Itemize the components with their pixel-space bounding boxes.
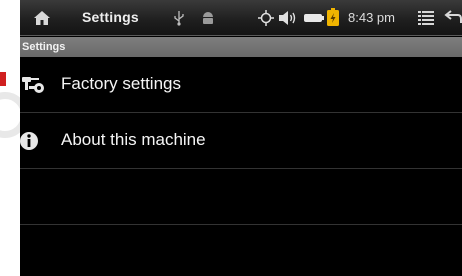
status-bar: Settings 8:43 pm [20, 0, 462, 36]
info-icon [20, 132, 38, 150]
volume-icon [279, 11, 296, 25]
clock: 8:43 pm [348, 10, 395, 25]
empty-row [20, 169, 462, 225]
edge-marker [0, 72, 6, 86]
list-item-factory-settings[interactable]: Factory settings [20, 57, 462, 113]
empty-row [20, 225, 462, 276]
tools-icon [22, 77, 44, 93]
battery-icon [304, 14, 324, 22]
home-icon[interactable] [32, 8, 52, 28]
gps-icon [258, 10, 274, 26]
menu-icon[interactable] [418, 11, 434, 25]
usb-icon [174, 11, 184, 26]
window-title: Settings [82, 9, 139, 25]
section-header: Settings [20, 37, 462, 57]
list-item-label: About this machine [61, 130, 206, 149]
charging-icon [327, 8, 339, 26]
device-screen: Settings 8:43 pm Settings Factory settin… [20, 0, 462, 276]
back-icon[interactable] [444, 9, 462, 25]
android-debug-icon [203, 12, 213, 24]
list-item-label: Factory settings [61, 74, 181, 93]
settings-list: Factory settings About this machine [20, 57, 462, 276]
list-item-about-this-machine[interactable]: About this machine [20, 113, 462, 169]
